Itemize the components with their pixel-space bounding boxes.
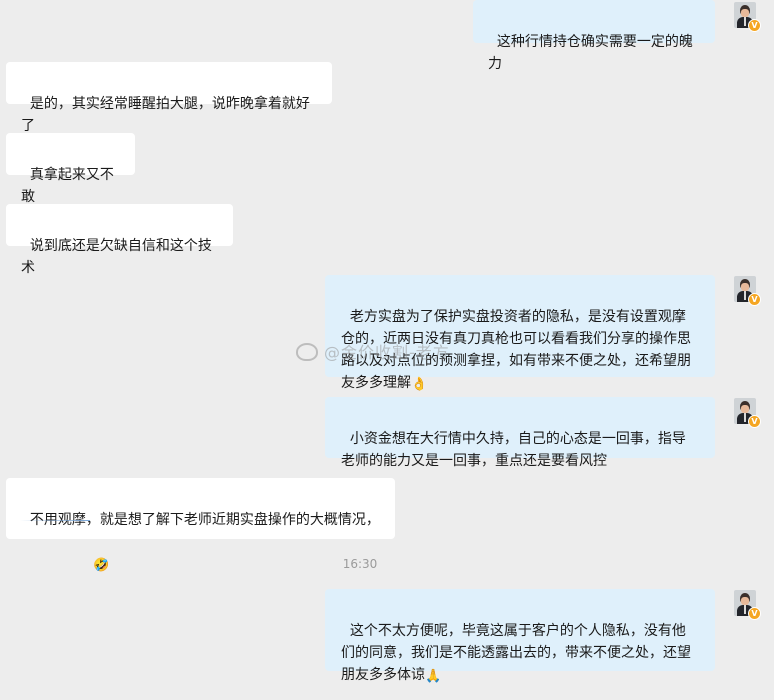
verified-badge-icon: V [748,607,761,620]
message-bubble-incoming[interactable]: 说到底还是欠缺自信和这个技术 [6,204,233,276]
message-bubble-outgoing[interactable]: 小资金想在大行情中久持，自己的心态是一回事，指导老师的能力又是一回事，重点还是要… [325,397,715,469]
verified-badge-icon: V [748,293,761,306]
avatar[interactable]: V [734,276,761,306]
message-text: 说到底还是欠缺自信和这个技术 [21,238,212,276]
timestamp: 16:30 [342,557,378,571]
verified-badge-icon: V [748,415,761,428]
weibo-logo-icon [296,343,318,361]
message-bubble-outgoing[interactable]: 这个不太方便呢，毕竟这属于客户的个人隐私，没有他们的同意，我们是不能透露出去的，… [325,589,715,684]
avatar[interactable]: V [734,2,761,32]
avatar[interactable]: V [734,398,761,428]
avatar[interactable]: V [734,590,761,620]
pray-icon: 🙏 [425,669,442,684]
ok-hand-icon: 👌 [411,377,428,392]
text-underline [20,520,90,521]
verified-badge-icon: V [748,19,761,32]
watermark: @金价收割-老方 [296,339,450,363]
message-text: 真拿起来又不敢 [21,167,114,205]
message-bubble-incoming[interactable]: 不用观摩，就是想了解下老师近期实盘操作的大概情况， 🤣 [6,478,395,573]
message-text: 小资金想在大行情中久持，自己的心态是一回事，指导老师的能力又是一回事，重点还是要… [341,431,686,469]
message-bubble-outgoing[interactable]: 这种行情持仓确实需要一定的魄力 [473,0,715,72]
message-text: 是的，其实经常睡醒拍大腿，说昨晚拿着就好了 [21,96,310,134]
message-text: 这种行情持仓确实需要一定的魄力 [488,34,693,72]
message-bubble-incoming[interactable]: 真拿起来又不敢 [6,133,135,205]
message-bubble-incoming[interactable]: 是的，其实经常睡醒拍大腿，说昨晚拿着就好了 [6,62,332,134]
message-text: 这个不太方便呢，毕竟这属于客户的个人隐私，没有他们的同意，我们是不能透露出去的，… [341,623,691,683]
